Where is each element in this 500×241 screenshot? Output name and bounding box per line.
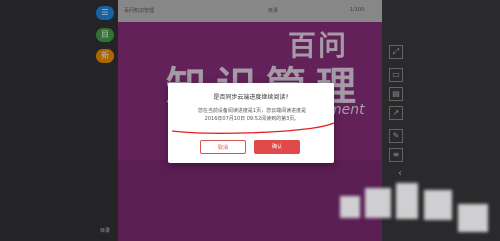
cancel-button[interactable]: 取消 xyxy=(200,140,246,154)
blurred-artifact xyxy=(458,204,488,232)
dialog-title: 是否同步云端进度继续阅读? xyxy=(213,94,289,101)
blurred-artifact xyxy=(424,190,452,220)
blurred-artifact xyxy=(396,183,418,219)
sync-progress-dialog: 是否同步云端进度继续阅读? 您在当前设备阅读进度是1页，您云端阅读进度是 201… xyxy=(168,83,335,163)
red-underline-annotation xyxy=(171,122,335,134)
blurred-artifact xyxy=(340,196,360,218)
blurred-artifact xyxy=(365,188,391,218)
confirm-button[interactable]: 确认 xyxy=(254,140,300,154)
